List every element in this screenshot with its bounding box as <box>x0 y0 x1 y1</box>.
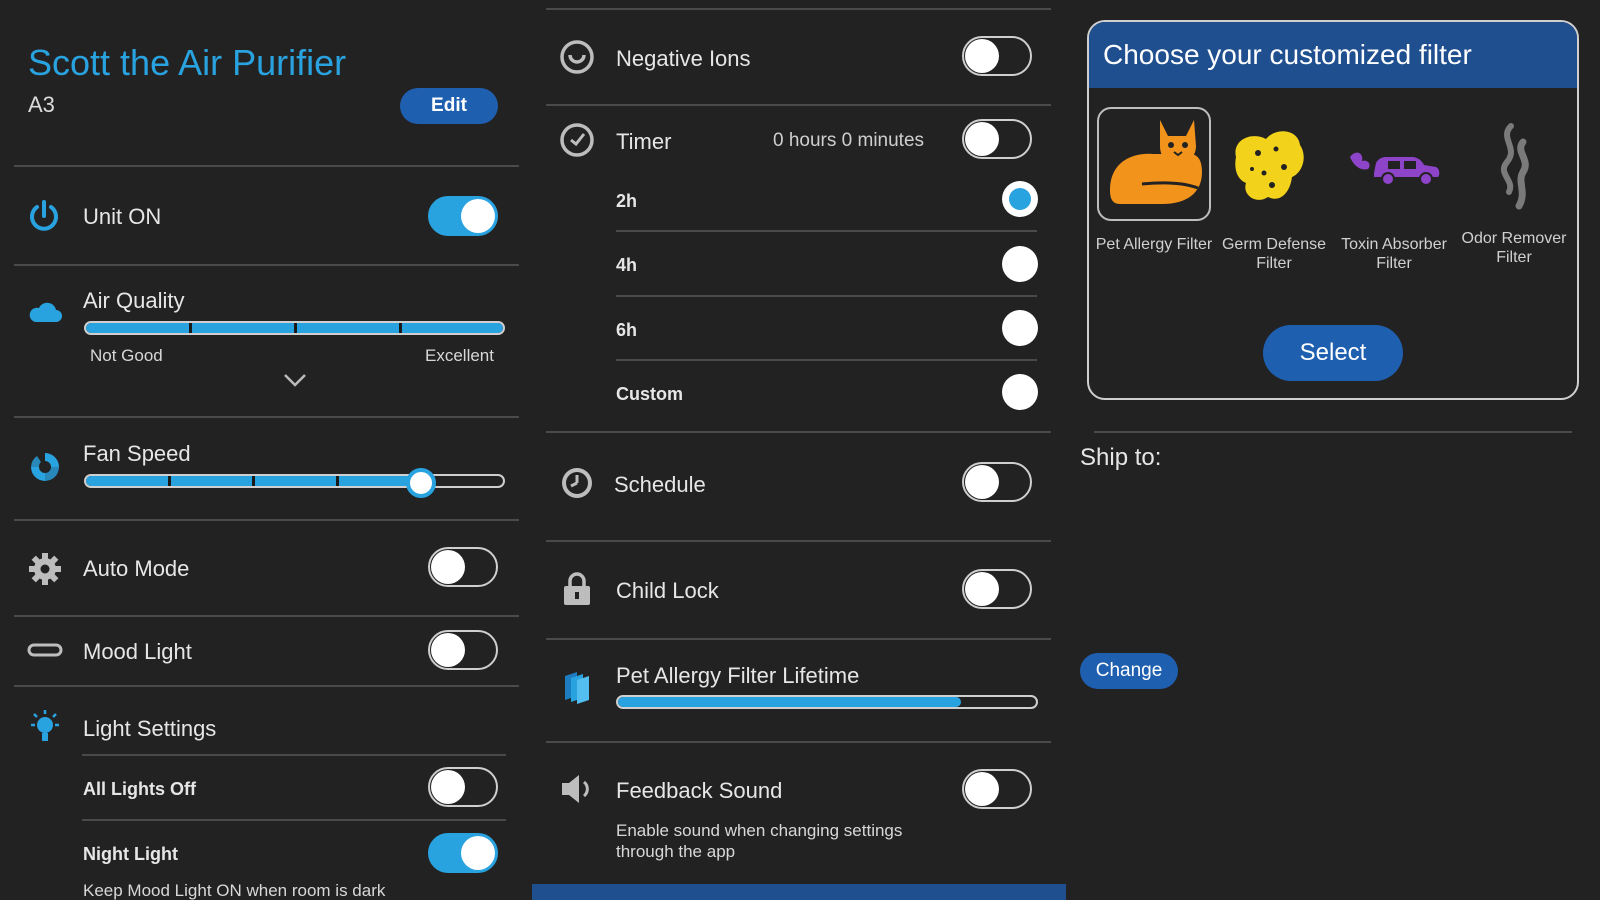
gear-icon <box>26 550 64 588</box>
all-lights-off-label: All Lights Off <box>83 779 196 799</box>
filter-name-germ-defense: Germ Defense Filter <box>1221 236 1327 272</box>
timer-label: Timer <box>616 129 672 154</box>
divider <box>14 519 519 521</box>
divider <box>546 8 1051 10</box>
feedback-sound-label: Feedback Sound <box>616 778 783 803</box>
fan-speed-slider[interactable] <box>84 474 505 488</box>
unit-on-toggle[interactable] <box>428 196 498 236</box>
divider <box>14 685 519 687</box>
negative-ions-toggle[interactable] <box>962 36 1032 76</box>
divider <box>546 638 1051 640</box>
car-exhaust-icon[interactable] <box>1345 140 1443 190</box>
divider <box>14 165 519 167</box>
divider <box>546 431 1051 433</box>
germ-sponge-icon[interactable] <box>1224 120 1312 210</box>
timer-toggle[interactable] <box>962 119 1032 159</box>
divider <box>546 540 1051 542</box>
device-model: A3 <box>28 92 55 117</box>
divider <box>1094 431 1572 433</box>
schedule-clock-icon <box>558 464 596 502</box>
edit-button[interactable]: Edit <box>400 88 498 124</box>
divider <box>546 741 1051 743</box>
timer-radio-2h[interactable] <box>1002 181 1038 217</box>
divider <box>616 359 1037 361</box>
divider <box>14 264 519 266</box>
light-bulb-icon <box>26 708 64 746</box>
auto-mode-toggle[interactable] <box>428 547 498 587</box>
divider <box>14 416 519 418</box>
filter-lifetime-fill <box>618 697 961 707</box>
air-quality-bar <box>84 321 505 335</box>
filter-lifetime-label: Pet Allergy Filter Lifetime <box>616 663 860 688</box>
unit-on-label: Unit ON <box>83 204 162 229</box>
mood-light-toggle[interactable] <box>428 630 498 670</box>
fan-speed-thumb[interactable] <box>405 468 436 498</box>
night-light-label: Night Light <box>83 844 178 864</box>
all-lights-off-toggle[interactable] <box>428 767 498 807</box>
cat-icon <box>1100 112 1208 216</box>
timer-radio-4h[interactable] <box>1002 246 1038 282</box>
negative-ions-icon <box>558 38 596 76</box>
mood-light-label: Mood Light <box>83 639 192 664</box>
filter-name-toxin-absorber: Toxin Absorber Filter <box>1341 236 1447 272</box>
speaker-icon <box>558 770 596 808</box>
divider <box>82 819 506 821</box>
timer-option-2h: 2h <box>616 191 638 211</box>
power-icon <box>26 198 62 234</box>
light-settings-label: Light Settings <box>83 716 217 741</box>
filter-card-title: Choose your customized filter <box>1103 39 1472 70</box>
divider <box>616 230 1037 232</box>
fan-speed-label: Fan Speed <box>83 441 191 466</box>
fan-icon <box>26 448 64 486</box>
divider <box>14 615 519 617</box>
mood-light-bar-icon <box>26 640 64 660</box>
chevron-down-icon[interactable] <box>280 370 310 390</box>
negative-ions-label: Negative Ions <box>616 46 751 71</box>
feedback-sound-toggle[interactable] <box>962 769 1032 809</box>
timer-value: 0 hours 0 minutes <box>773 130 925 151</box>
filter-stack-icon <box>560 668 594 706</box>
timer-option-6h: 6h <box>616 320 638 340</box>
schedule-label: Schedule <box>614 472 706 497</box>
divider <box>82 754 506 756</box>
select-filter-button[interactable]: Select <box>1263 325 1403 381</box>
divider <box>616 295 1037 297</box>
ship-to-label: Ship to: <box>1080 444 1162 471</box>
timer-option-custom: Custom <box>616 384 683 404</box>
auto-mode-label: Auto Mode <box>83 556 190 581</box>
timer-radio-custom[interactable] <box>1002 374 1038 410</box>
timer-radio-6h[interactable] <box>1002 310 1038 346</box>
clock-icon <box>558 121 596 159</box>
air-quality-low-label: Not Good <box>90 346 163 365</box>
device-title: Scott the Air Purifier <box>28 42 347 83</box>
child-lock-label: Child Lock <box>616 578 719 603</box>
night-light-description: Keep Mood Light ON when room is dark <box>83 881 386 900</box>
change-address-button[interactable]: Change <box>1080 653 1178 689</box>
divider <box>546 104 1051 106</box>
filter-name-pet-allergy: Pet Allergy Filter <box>1095 236 1213 253</box>
air-quality-label: Air Quality <box>83 288 185 313</box>
timer-option-4h: 4h <box>616 255 638 275</box>
night-light-toggle[interactable] <box>428 833 498 873</box>
schedule-toggle[interactable] <box>962 462 1032 502</box>
filter-lifetime-bar <box>616 695 1038 709</box>
bottom-bar <box>532 884 1066 900</box>
lock-icon <box>558 570 596 608</box>
child-lock-toggle[interactable] <box>962 569 1032 609</box>
feedback-sound-description: Enable sound when changing settings thro… <box>616 821 903 861</box>
filter-name-odor-remover: Odor Remover Filter <box>1461 230 1567 266</box>
cloud-icon <box>26 298 64 326</box>
air-quality-high-label: Excellent <box>425 346 494 365</box>
odor-smoke-icon[interactable] <box>1484 122 1544 212</box>
